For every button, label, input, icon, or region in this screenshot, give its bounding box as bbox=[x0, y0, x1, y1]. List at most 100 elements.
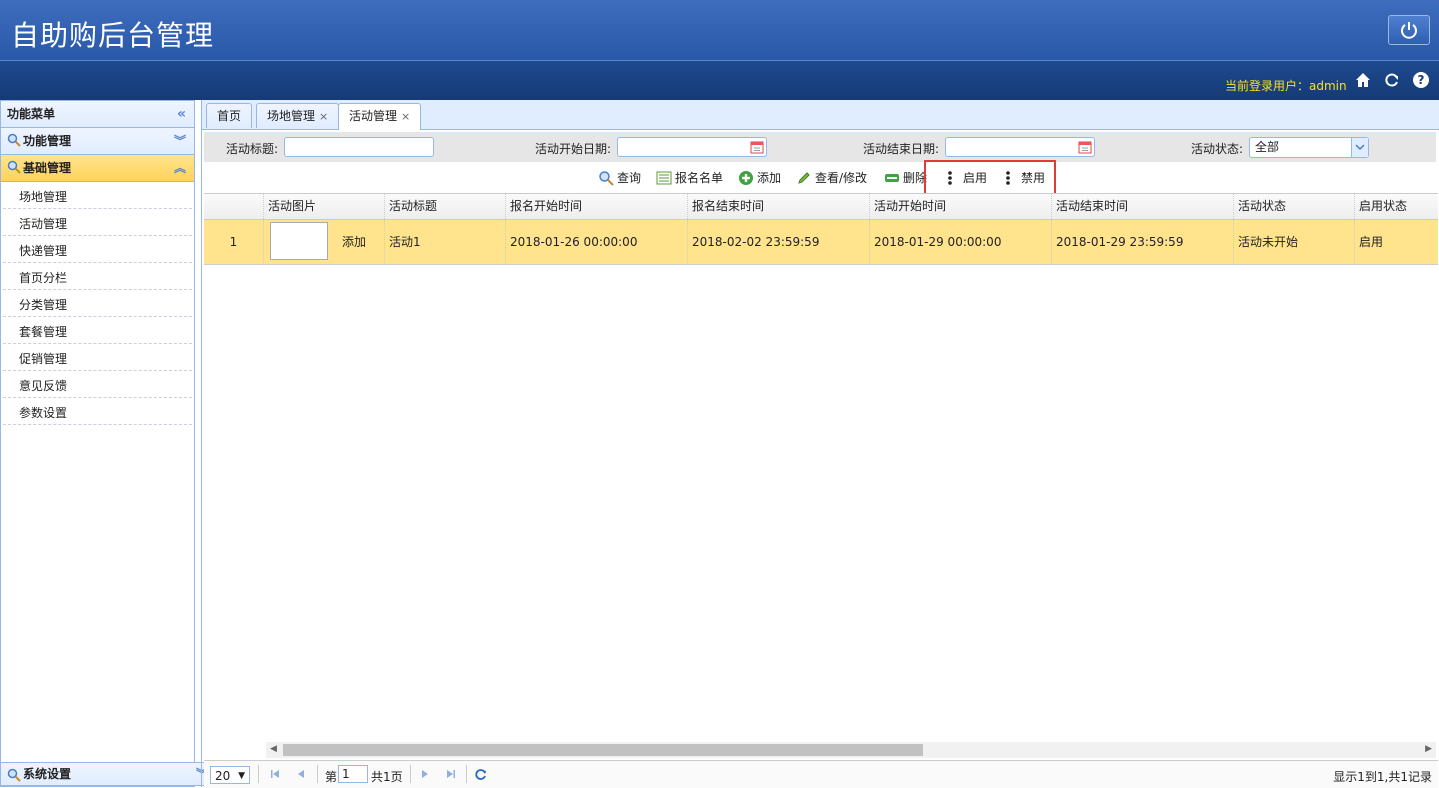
refresh-icon[interactable] bbox=[1383, 71, 1401, 89]
table-row[interactable]: 1 添加 活动1 2018-01-26 00:00:00 2018-02-02 … bbox=[204, 220, 1438, 265]
close-icon[interactable]: × bbox=[401, 110, 410, 123]
minus-icon bbox=[885, 174, 899, 182]
page-number-input[interactable]: 1 bbox=[338, 765, 368, 783]
column-header[interactable]: 活动结束时间 bbox=[1052, 194, 1234, 219]
end-date-input[interactable] bbox=[945, 137, 1095, 157]
tab-activity[interactable]: 活动管理 × bbox=[338, 103, 422, 130]
search-icon bbox=[7, 768, 21, 782]
sidebar-item-feedback[interactable]: 意见反馈 bbox=[3, 371, 192, 398]
last-page-icon[interactable] bbox=[444, 767, 458, 781]
divider bbox=[410, 765, 411, 783]
divider bbox=[466, 765, 467, 783]
sidebar-item-params[interactable]: 参数设置 bbox=[3, 398, 192, 425]
panel-label: 功能管理 bbox=[23, 134, 72, 148]
start-date-label: 活动开始日期: bbox=[535, 142, 612, 156]
help-icon[interactable]: ? bbox=[1412, 71, 1430, 89]
sidebar: 功能菜单 « 功能管理 ︾ 基础管理 ︽ 场地管理 活动管理 快递管理 首页分栏… bbox=[0, 100, 216, 787]
title-filter-input[interactable] bbox=[284, 137, 434, 157]
horizontal-scrollbar[interactable]: ◀ ▶ bbox=[266, 742, 1436, 758]
page-summary: 显示1到1,共1记录 bbox=[1333, 770, 1432, 784]
app-header: 自助购后台管理 bbox=[0, 0, 1439, 60]
column-header[interactable]: 启用状态 bbox=[1355, 194, 1438, 219]
column-header[interactable]: 活动开始时间 bbox=[870, 194, 1052, 219]
divider bbox=[258, 765, 259, 783]
toolbar: 查询 报名名单 添加 查看/修改 删除 启用 禁用 bbox=[204, 160, 1436, 196]
page-number-value: 1 bbox=[342, 767, 350, 781]
panel-function-management[interactable]: 功能管理 ︾ bbox=[1, 128, 194, 155]
panel-label: 系统设置 bbox=[23, 767, 72, 781]
scroll-left-icon[interactable]: ◀ bbox=[270, 744, 277, 754]
row-number: 1 bbox=[204, 220, 264, 264]
home-icon[interactable] bbox=[1354, 71, 1372, 89]
status-filter-value: 全部 bbox=[1255, 140, 1280, 154]
list-icon bbox=[656, 171, 672, 185]
pencil-icon bbox=[798, 172, 810, 184]
sidebar-title: 功能菜单 « bbox=[1, 101, 194, 128]
sidebar-item-package[interactable]: 套餐管理 bbox=[3, 317, 192, 344]
grid-header: 活动图片 活动标题 报名开始时间 报名结束时间 活动开始时间 活动结束时间 活动… bbox=[204, 194, 1438, 220]
title-cell: 活动1 bbox=[385, 220, 506, 264]
calendar-icon[interactable] bbox=[1078, 140, 1092, 154]
sidebar-item-promotion[interactable]: 促销管理 bbox=[3, 344, 192, 371]
first-page-icon[interactable] bbox=[268, 767, 282, 781]
sidebar-item-activity[interactable]: 活动管理 bbox=[3, 209, 192, 236]
query-label: 查询 bbox=[617, 171, 642, 185]
sidebar-item-home-column[interactable]: 首页分栏 bbox=[3, 263, 192, 290]
search-bar: 活动标题: 活动开始日期: 活动结束日期: 活动状态: 全部 bbox=[204, 132, 1436, 162]
chevron-down-icon[interactable] bbox=[1351, 138, 1368, 157]
header-subbar: 当前登录用户：admin ? bbox=[0, 60, 1439, 100]
tab-label: 首页 bbox=[217, 109, 242, 123]
divider bbox=[317, 765, 318, 783]
signup-start-cell: 2018-01-26 00:00:00 bbox=[506, 220, 688, 264]
basic-menu-list: 场地管理 活动管理 快递管理 首页分栏 分类管理 套餐管理 促销管理 意见反馈 … bbox=[1, 182, 194, 425]
prev-page-icon[interactable] bbox=[294, 767, 308, 781]
svg-text:?: ? bbox=[1418, 73, 1425, 87]
page-size-value: 20 bbox=[215, 769, 231, 783]
page-size-select[interactable]: 20 ▼ bbox=[210, 766, 250, 784]
sidebar-item-venue[interactable]: 场地管理 bbox=[3, 182, 192, 209]
add-label: 添加 bbox=[757, 171, 782, 185]
row-number-header bbox=[204, 194, 264, 219]
activity-image bbox=[270, 222, 328, 260]
status-filter-select[interactable]: 全部 bbox=[1249, 137, 1369, 158]
tab-venue[interactable]: 场地管理 × bbox=[256, 103, 340, 128]
close-icon[interactable]: × bbox=[319, 110, 328, 123]
title-filter-label: 活动标题: bbox=[226, 142, 279, 156]
logout-button[interactable] bbox=[1388, 15, 1430, 45]
column-header[interactable]: 报名结束时间 bbox=[688, 194, 870, 219]
page-total: 共1页 bbox=[371, 770, 403, 784]
sidebar-item-category[interactable]: 分类管理 bbox=[3, 290, 192, 317]
panel-basic-management[interactable]: 基础管理 ︽ bbox=[1, 155, 194, 182]
expand-icon[interactable]: ︾ bbox=[174, 128, 186, 154]
tab-label: 活动管理 bbox=[349, 109, 398, 123]
annotation-highlight-box bbox=[924, 160, 1056, 196]
search-icon bbox=[599, 171, 614, 186]
search-icon bbox=[7, 160, 21, 174]
column-header[interactable]: 报名开始时间 bbox=[506, 194, 688, 219]
enabled-status-cell: 启用 bbox=[1359, 235, 1384, 249]
next-page-icon[interactable] bbox=[418, 767, 432, 781]
signup-list-label: 报名名单 bbox=[675, 171, 724, 185]
tabs-bar: 首页 场地管理 × 活动管理 × bbox=[202, 100, 1439, 130]
column-header[interactable]: 活动图片 bbox=[264, 194, 385, 219]
tab-label: 场地管理 bbox=[267, 109, 316, 123]
add-image-link[interactable]: 添加 bbox=[342, 220, 366, 264]
column-header[interactable]: 活动标题 bbox=[385, 194, 506, 219]
start-date-input[interactable] bbox=[617, 137, 767, 157]
scroll-right-icon[interactable]: ▶ bbox=[1425, 744, 1432, 754]
chevron-down-icon: ▼ bbox=[238, 771, 245, 781]
search-icon bbox=[7, 133, 21, 147]
refresh-icon[interactable] bbox=[474, 767, 488, 781]
collapse-icon[interactable]: ︽ bbox=[174, 155, 186, 181]
panel-system-settings[interactable]: 系统设置 ︾ bbox=[1, 762, 216, 786]
data-grid: 活动图片 活动标题 报名开始时间 报名结束时间 活动开始时间 活动结束时间 活动… bbox=[204, 193, 1438, 758]
tab-home[interactable]: 首页 bbox=[206, 103, 253, 128]
end-date-label: 活动结束日期: bbox=[863, 142, 940, 156]
scrollbar-thumb[interactable] bbox=[283, 744, 923, 756]
power-icon bbox=[1401, 22, 1417, 39]
calendar-icon[interactable] bbox=[750, 140, 764, 154]
column-header[interactable]: 活动状态 bbox=[1234, 194, 1355, 219]
sidebar-item-express[interactable]: 快递管理 bbox=[3, 236, 192, 263]
panel-label: 基础管理 bbox=[23, 161, 72, 175]
collapse-sidebar-icon[interactable]: « bbox=[177, 101, 186, 127]
